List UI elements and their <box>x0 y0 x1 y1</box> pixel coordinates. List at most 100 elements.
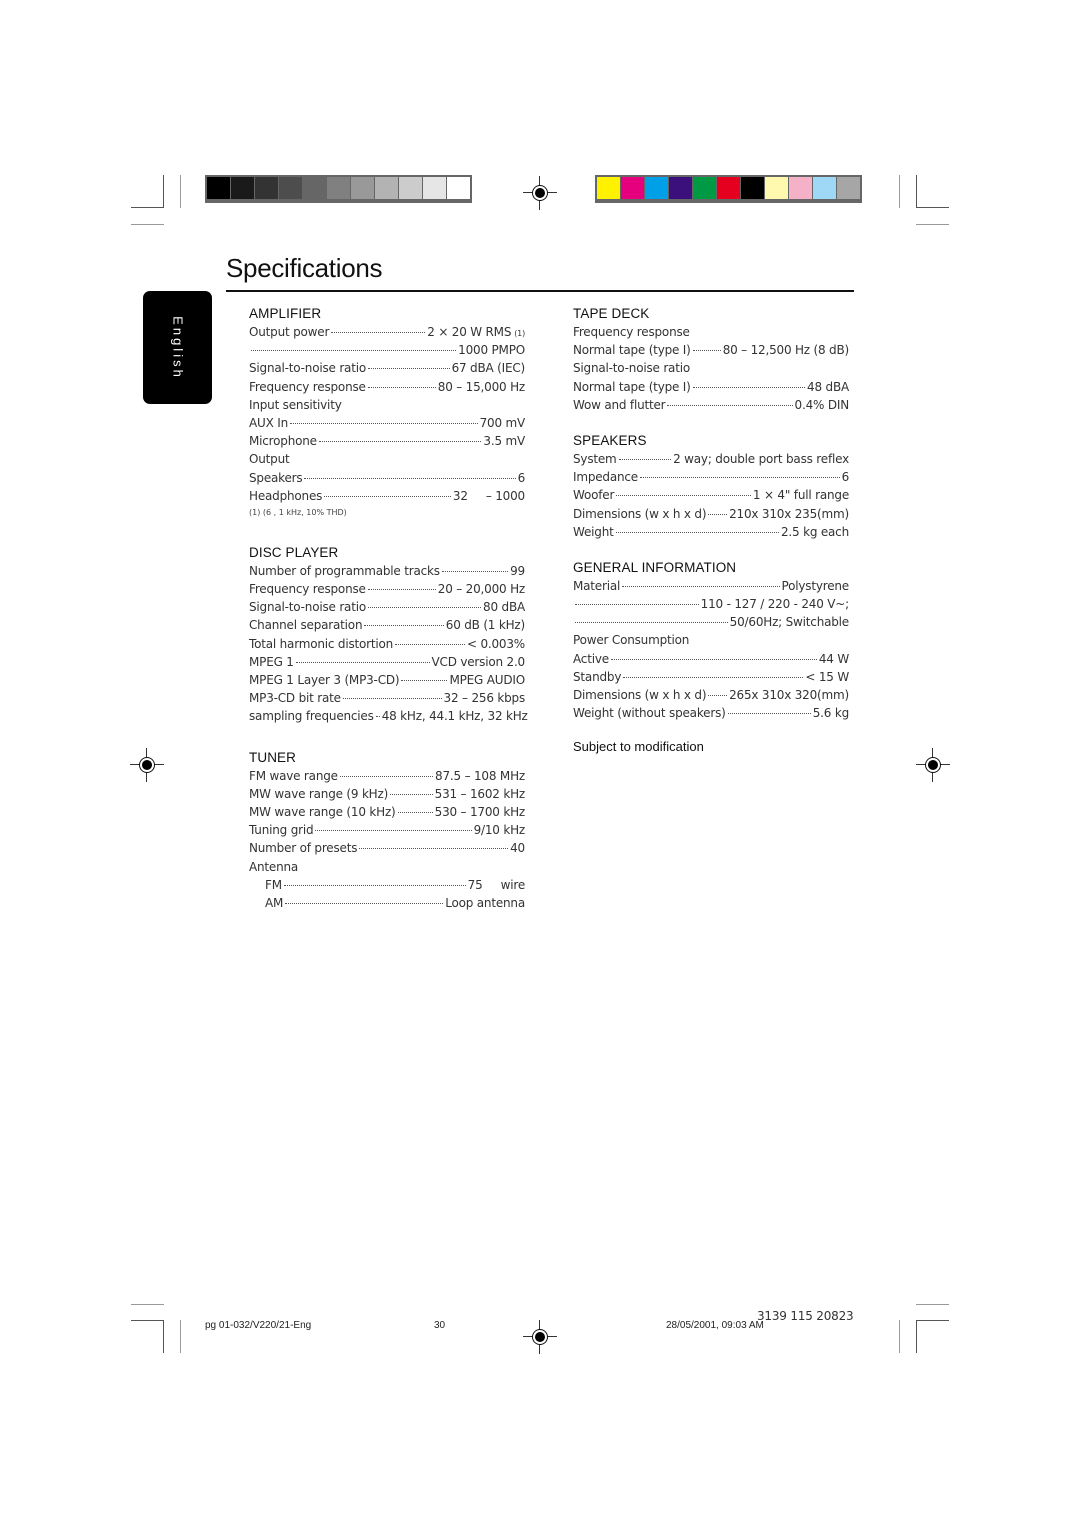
spec-value: 5.6 kg <box>812 706 849 721</box>
dot-leader <box>285 902 444 904</box>
spec-label: Input sensitivity <box>249 397 342 412</box>
crop-mark <box>916 175 917 208</box>
section-heading: DISC PLAYER <box>249 544 339 560</box>
dot-leader <box>616 494 751 497</box>
dot-leader <box>727 712 811 715</box>
spec-label: MW wave range (9 kHz) <box>249 786 389 801</box>
section-heading: SPEAKERS <box>573 432 647 448</box>
crop-mark <box>899 1320 900 1353</box>
dot-leader <box>375 715 380 718</box>
spec-row: MP3-CD bit rate 32 – 256 kbps <box>249 689 525 707</box>
dot-leader <box>295 661 430 663</box>
spec-row: MPEG 1 Layer 3 (MP3-CD) MPEG AUDIO <box>249 671 525 689</box>
dot-leader <box>615 531 779 533</box>
spec-label: Frequency response <box>249 582 366 597</box>
spec-value: 700 mV <box>479 415 526 430</box>
crop-mark <box>131 1304 164 1305</box>
crop-mark <box>916 1320 949 1321</box>
spec-value: 48 kHz, 44.1 kHz, 32 kHz <box>381 709 528 724</box>
tuner-section: TUNER FM wave range 87.5 – 108 MHz MW wave… <box>249 748 525 913</box>
spec-label: Normal tape (type I) <box>573 379 691 394</box>
spec-row: Microphone 3.5 mV <box>249 432 525 450</box>
footer-date-time: 28/05/2001, 09:03 AM <box>666 1320 764 1331</box>
spec-row: Signal-to-noise ratio <box>573 359 849 377</box>
left-column: AMPLIFIER Output power 2 × 20 W RMS (1) 100… <box>249 304 528 913</box>
section-heading: TAPE DECK <box>573 306 650 321</box>
spec-row: Speakers 6 <box>249 469 525 487</box>
spec-row: Signal-to-noise ratio 80 dBA <box>249 598 525 616</box>
color-swatch <box>423 177 446 199</box>
crop-mark <box>916 1304 949 1305</box>
spec-label: Woofer <box>573 488 615 503</box>
section-heading: GENERAL INFORMATION <box>573 559 737 575</box>
spec-row: Output <box>249 450 525 468</box>
dot-leader <box>367 386 436 388</box>
dot-leader <box>368 367 450 370</box>
spec-label: System <box>573 451 617 466</box>
spec-label: Microphone <box>249 434 317 449</box>
spec-row: Dimensions (w x h x d) 210x 310x 235(mm) <box>573 505 849 523</box>
spec-label: sampling frequencies <box>249 709 374 724</box>
spec-label: Active <box>573 651 609 666</box>
spec-row: Frequency response 80 – 15,000 Hz <box>249 378 525 396</box>
spec-value: 1 × 4" full range <box>752 488 849 503</box>
footer-file-name: pg 01-032/V220/21-Eng <box>205 1320 312 1331</box>
color-swatch <box>279 177 302 199</box>
spec-label: Frequency response <box>573 325 690 339</box>
spec-row: Channel separation 60 dB (1 kHz) <box>249 616 525 634</box>
spec-row: Weight 2.5 kg each <box>573 523 849 541</box>
right-column: TAPE DECK Frequency response Normal tape … <box>573 304 849 754</box>
spec-value: Polystyrene <box>781 578 850 593</box>
registration-mark-icon <box>916 748 950 782</box>
spec-label: FM <box>265 877 282 892</box>
spec-label: Impedance <box>573 470 638 485</box>
dot-leader <box>610 658 817 660</box>
spec-row: Frequency response 20 – 20,000 Hz <box>249 580 525 598</box>
dot-leader <box>708 513 728 515</box>
dot-leader <box>441 570 509 572</box>
dot-leader <box>251 349 457 352</box>
crop-mark <box>180 1320 181 1353</box>
spec-value: 20 – 20,000 Hz <box>437 582 525 597</box>
spec-row: Weight (without speakers) 5.6 kg <box>573 704 849 722</box>
spec-row: Number of presets 40 <box>249 839 525 857</box>
dot-leader <box>618 458 672 460</box>
spec-label: AUX In <box>249 415 288 430</box>
spec-row: Dimensions (w x h x d) 265x 310x 320(mm) <box>573 686 849 704</box>
color-swatch <box>717 177 740 199</box>
spec-row: Power Consumption <box>573 631 849 649</box>
spec-value: 2 way; double port bass reflex <box>673 451 849 466</box>
spec-label: Total harmonic distortion <box>249 636 394 651</box>
spec-value: 67 dBA (IEC) <box>451 361 526 376</box>
crop-mark <box>916 224 949 225</box>
dot-leader <box>692 386 806 388</box>
crop-mark <box>131 224 164 225</box>
dot-leader <box>304 477 516 479</box>
crop-mark <box>131 207 164 208</box>
dot-leader <box>691 640 847 641</box>
spec-row: Normal tape (type I) 80 – 12,500 Hz (8 dB… <box>573 341 849 359</box>
spec-row: Woofer 1 × 4" full range <box>573 486 849 504</box>
dot-leader <box>708 694 728 696</box>
spec-row: MW wave range (9 kHz) 531 – 1602 kHz <box>249 785 525 803</box>
spec-row: Tuning grid 9/10 kHz <box>249 821 525 839</box>
dot-leader <box>342 697 442 700</box>
spec-row: MW wave range (10 kHz) 530 – 1700 kHz <box>249 803 525 821</box>
color-swatch <box>645 177 668 199</box>
color-swatch <box>597 177 620 199</box>
dot-leader <box>289 422 478 424</box>
dot-leader <box>359 847 509 850</box>
spec-row: Wow and flutter 0.4% DIN <box>573 396 849 414</box>
spec-value: 1000 PMPO <box>458 343 525 358</box>
spec-value: 40 <box>510 841 525 856</box>
color-swatch <box>375 177 398 199</box>
process-color-bar <box>595 175 862 203</box>
tape-deck-section: TAPE DECK Frequency response Normal tape … <box>573 304 849 414</box>
registration-mark-icon <box>523 176 557 210</box>
spec-label: Signal-to-noise ratio <box>249 600 366 615</box>
registration-mark-icon <box>130 748 164 782</box>
spec-row: AM Loop antenna <box>249 894 525 912</box>
dot-leader <box>692 332 847 333</box>
dot-leader <box>331 331 426 333</box>
spec-label: Speakers <box>249 470 303 485</box>
